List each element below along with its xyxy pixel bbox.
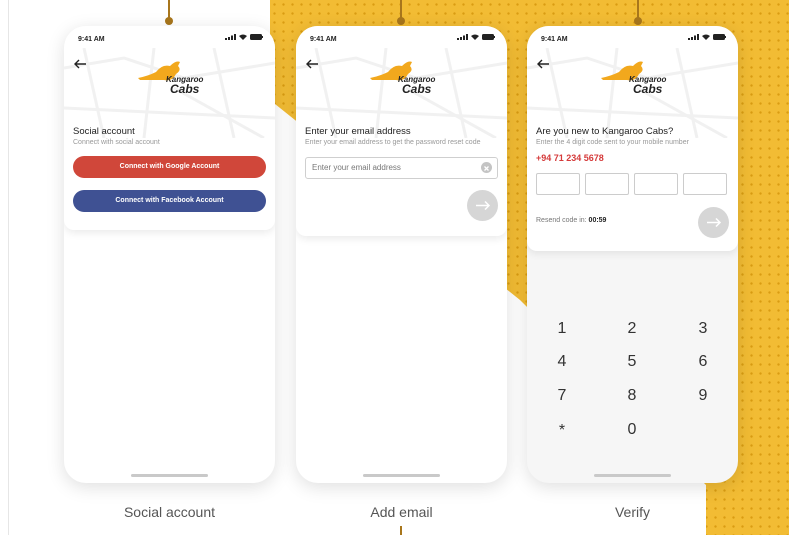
phone-notch — [345, 26, 458, 43]
battery-icon — [250, 34, 263, 40]
home-indicator — [363, 474, 440, 477]
screen-subtitle: Enter the 4 digit code sent to your mobi… — [536, 139, 689, 146]
arrow-right-icon — [707, 217, 722, 228]
key-4[interactable]: 4 — [542, 353, 582, 371]
caption-verify: Verify — [614, 504, 650, 520]
connector-dot — [634, 17, 642, 25]
resend-timer: Resend code in: 00:59 — [536, 217, 606, 224]
back-arrow-icon[interactable] — [535, 56, 551, 72]
status-icons — [225, 34, 263, 40]
key-5[interactable]: 5 — [612, 353, 652, 371]
connector-dot — [165, 17, 173, 25]
signal-icon — [688, 34, 699, 40]
screen-title: Are you new to Kangaroo Cabs? — [536, 126, 674, 137]
phone-notch — [576, 26, 689, 43]
caption-social-account: Social account — [123, 504, 216, 520]
next-button[interactable] — [698, 207, 729, 238]
status-time: 9:41 AM — [310, 36, 337, 43]
header-card: 9:41 AM Kangaroo Cabs Are you new to Kan… — [527, 26, 738, 251]
arrow-right-icon — [476, 200, 491, 211]
back-arrow-icon[interactable] — [304, 56, 320, 72]
facebook-connect-button[interactable]: Connect with Facebook Account — [73, 190, 266, 212]
home-indicator — [131, 474, 208, 477]
status-time: 9:41 AM — [78, 36, 105, 43]
key-star[interactable]: * — [542, 422, 582, 440]
status-time: 9:41 AM — [541, 36, 568, 43]
screen-subtitle: Connect with social account — [73, 139, 160, 146]
connector-line — [400, 526, 402, 535]
key-7[interactable]: 7 — [542, 387, 582, 405]
resend-label: Resend code in: — [536, 217, 587, 224]
status-icons — [457, 34, 495, 40]
svg-text:Cabs: Cabs — [633, 82, 663, 96]
battery-icon — [482, 34, 495, 40]
email-input[interactable]: Enter your email address — [305, 157, 498, 179]
wifi-icon — [471, 34, 479, 40]
countdown: 00:59 — [588, 217, 607, 224]
code-digit-4[interactable] — [683, 173, 727, 195]
header-card: 9:41 AM Kangaroo Cabs Social account Con… — [64, 26, 275, 230]
phone-social-account: 9:41 AM Kangaroo Cabs Social account Con… — [64, 26, 275, 483]
code-digit-2[interactable] — [585, 173, 629, 195]
connector-line — [637, 0, 639, 18]
next-button[interactable] — [467, 190, 498, 221]
key-2[interactable]: 2 — [612, 320, 652, 338]
signal-icon — [225, 34, 236, 40]
kangaroo-cabs-logo: Kangaroo Cabs — [599, 58, 669, 96]
signal-icon — [457, 34, 468, 40]
kangaroo-cabs-logo: Kangaroo Cabs — [136, 58, 206, 96]
key-0[interactable]: 0 — [612, 421, 652, 439]
key-8[interactable]: 8 — [612, 387, 652, 405]
screen-title: Enter your email address — [305, 126, 411, 137]
status-icons — [688, 34, 726, 40]
battery-icon — [713, 34, 726, 40]
connector-line — [400, 0, 402, 18]
wifi-icon — [702, 34, 710, 40]
svg-text:Cabs: Cabs — [170, 82, 200, 96]
phone-number: +94 71 234 5678 — [536, 153, 604, 163]
back-arrow-icon[interactable] — [72, 56, 88, 72]
svg-text:Cabs: Cabs — [402, 82, 432, 96]
wifi-icon — [239, 34, 247, 40]
caption-add-email: Add email — [370, 504, 433, 520]
email-placeholder: Enter your email address — [312, 163, 401, 172]
phone-verify: 9:41 AM Kangaroo Cabs Are you new to Kan… — [527, 26, 738, 483]
connector-line — [168, 0, 170, 18]
key-1[interactable]: 1 — [542, 320, 582, 338]
connector-dot — [397, 17, 405, 25]
screen-subtitle: Enter your email address to get the pass… — [305, 139, 481, 146]
home-indicator — [594, 474, 671, 477]
screen-title: Social account — [73, 126, 135, 137]
key-6[interactable]: 6 — [683, 353, 723, 371]
google-connect-button[interactable]: Connect with Google Account — [73, 156, 266, 178]
clear-icon[interactable] — [481, 162, 492, 173]
page-border — [8, 0, 9, 535]
header-card: 9:41 AM Kangaroo Cabs Enter your email a… — [296, 26, 507, 236]
phone-add-email: 9:41 AM Kangaroo Cabs Enter your email a… — [296, 26, 507, 483]
key-9[interactable]: 9 — [683, 387, 723, 405]
kangaroo-cabs-logo: Kangaroo Cabs — [368, 58, 438, 96]
key-3[interactable]: 3 — [683, 320, 723, 338]
code-digit-1[interactable] — [536, 173, 580, 195]
code-digit-3[interactable] — [634, 173, 678, 195]
